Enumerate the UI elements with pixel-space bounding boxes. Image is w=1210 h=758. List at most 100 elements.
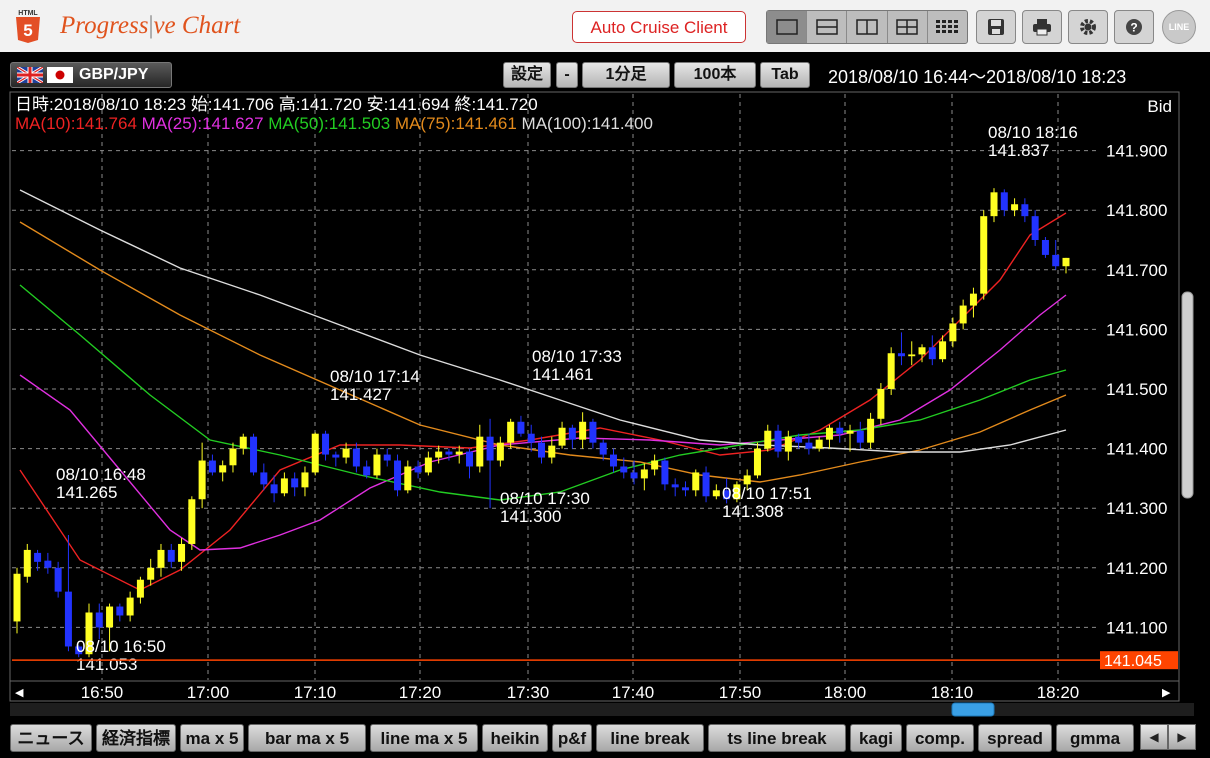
candle-body xyxy=(620,466,628,473)
candle-body xyxy=(795,436,803,443)
candle-body xyxy=(1041,240,1049,255)
candle-body xyxy=(815,439,823,449)
annotation-time: 08/10 17:33 xyxy=(532,347,622,366)
layout-many-grid-icon[interactable] xyxy=(928,11,967,43)
tab-button[interactable]: Tab xyxy=(760,62,810,88)
candle-body xyxy=(455,451,463,455)
symbol-selector[interactable]: GBP/JPY xyxy=(10,62,172,88)
horizontal-scrollbar-thumb[interactable] xyxy=(951,702,995,717)
candle-body xyxy=(445,451,453,455)
y-tick-label: 141.700 xyxy=(1106,261,1167,280)
tab-6[interactable]: p&f xyxy=(552,724,592,752)
candle-body xyxy=(538,442,545,458)
candle-body xyxy=(774,430,782,452)
tab-2[interactable]: ma x 5 xyxy=(180,724,244,752)
brand-title: Progress|ve Chart xyxy=(60,12,241,39)
tab-10[interactable]: comp. xyxy=(906,724,974,752)
candle-body xyxy=(13,573,21,622)
gear-icon[interactable] xyxy=(1068,10,1108,44)
candle-body xyxy=(764,430,772,449)
candle-body xyxy=(178,543,186,562)
layout-single-icon[interactable] xyxy=(767,11,808,43)
candle-body xyxy=(208,460,216,473)
settings-button[interactable]: 設定 xyxy=(503,62,551,88)
candle-body xyxy=(424,457,432,473)
candle-body xyxy=(301,472,309,488)
svg-text:5: 5 xyxy=(23,21,32,40)
save-icon[interactable] xyxy=(976,10,1016,44)
annotation-price: 141.265 xyxy=(56,483,117,502)
tab-11[interactable]: spread xyxy=(978,724,1052,752)
tab-12[interactable]: gmma xyxy=(1056,724,1134,752)
candle-body xyxy=(404,466,412,491)
candle-body xyxy=(897,353,905,357)
layout-four-grid-icon[interactable] xyxy=(888,11,928,43)
candle-body xyxy=(949,323,957,342)
bar-count-selector[interactable]: 100本 xyxy=(674,62,756,88)
candle-body xyxy=(332,454,340,458)
help-icon[interactable]: ? xyxy=(1114,10,1154,44)
candle-body xyxy=(1021,204,1029,217)
x-scroll-left-icon[interactable]: ◀ xyxy=(15,687,24,699)
print-icon[interactable] xyxy=(1022,10,1062,44)
annotation-price: 141.837 xyxy=(988,141,1049,160)
candle-body xyxy=(270,484,278,494)
tab-1[interactable]: 経済指標 xyxy=(96,724,176,752)
tab-5[interactable]: heikin xyxy=(482,724,548,752)
annotation-time: 08/10 17:14 xyxy=(330,367,420,386)
ohlc-readout: 日時:2018/08/10 18:23 始:141.706 高:141.720 … xyxy=(15,95,538,114)
line-share-icon[interactable]: LINE xyxy=(1162,10,1196,44)
candle-body xyxy=(1031,216,1039,240)
candle-body xyxy=(558,427,566,446)
ma-legend-item: MA(25):141.627 xyxy=(137,114,264,133)
tab-0[interactable]: ニュース xyxy=(10,724,92,752)
annotation-price: 141.300 xyxy=(500,507,561,526)
japan-flag-icon xyxy=(47,67,73,83)
x-tick-label: 17:20 xyxy=(399,683,442,702)
uk-flag-icon xyxy=(17,67,43,83)
x-tick-label: 17:50 xyxy=(719,683,762,702)
tabs-prev-icon[interactable]: ◀ xyxy=(1140,724,1168,750)
date-range: 2018/08/10 16:44～2018/08/10 18:23 xyxy=(828,67,1127,87)
annotation-price: 141.053 xyxy=(76,655,137,674)
candle-body xyxy=(383,454,391,461)
candle-body xyxy=(579,421,587,440)
x-tick-label: 18:20 xyxy=(1037,683,1080,702)
interval-selector[interactable]: 1分足 xyxy=(582,62,670,88)
candle-body xyxy=(260,472,268,485)
tab-8[interactable]: ts line break xyxy=(708,724,846,752)
auto-cruise-client-button[interactable]: Auto Cruise Client xyxy=(572,11,746,43)
candle-body xyxy=(322,433,330,455)
x-scroll-right-icon[interactable]: ▶ xyxy=(1162,687,1171,699)
candle-body xyxy=(116,606,124,616)
tab-4[interactable]: line ma x 5 xyxy=(370,724,478,752)
candle-body xyxy=(250,436,258,473)
candle-body xyxy=(692,472,700,491)
tabs-next-icon[interactable]: ▶ xyxy=(1168,724,1196,750)
ma-legend-item: MA(100):141.400 xyxy=(517,114,653,133)
vertical-scrollbar[interactable] xyxy=(1181,291,1194,499)
ma-legend-item: MA(50):141.503 xyxy=(264,114,391,133)
minimize-button[interactable]: - xyxy=(556,62,578,88)
x-tick-label: 17:40 xyxy=(612,683,655,702)
tab-3[interactable]: bar ma x 5 xyxy=(248,724,366,752)
x-tick-label: 17:10 xyxy=(294,683,337,702)
tab-9[interactable]: kagi xyxy=(850,724,902,752)
candle-body xyxy=(95,612,103,628)
symbol-label: GBP/JPY xyxy=(79,66,149,83)
candle-body xyxy=(352,448,360,467)
candle-body xyxy=(219,465,227,473)
candle-body xyxy=(784,436,792,452)
x-tick-label: 16:50 xyxy=(81,683,124,702)
candle-body xyxy=(342,448,350,458)
ma-legend-item: MA(10):141.764 xyxy=(15,114,137,133)
candle-body xyxy=(106,606,114,628)
y-tick-label: 141.300 xyxy=(1106,499,1167,518)
layout-two-columns-icon[interactable] xyxy=(847,11,888,43)
candle-body xyxy=(126,597,134,616)
layout-two-rows-icon[interactable] xyxy=(807,11,848,43)
candle-body xyxy=(599,442,607,455)
price-type-label: Bid xyxy=(1147,97,1172,116)
svg-text:?: ? xyxy=(1130,21,1137,35)
tab-7[interactable]: line break xyxy=(596,724,704,752)
